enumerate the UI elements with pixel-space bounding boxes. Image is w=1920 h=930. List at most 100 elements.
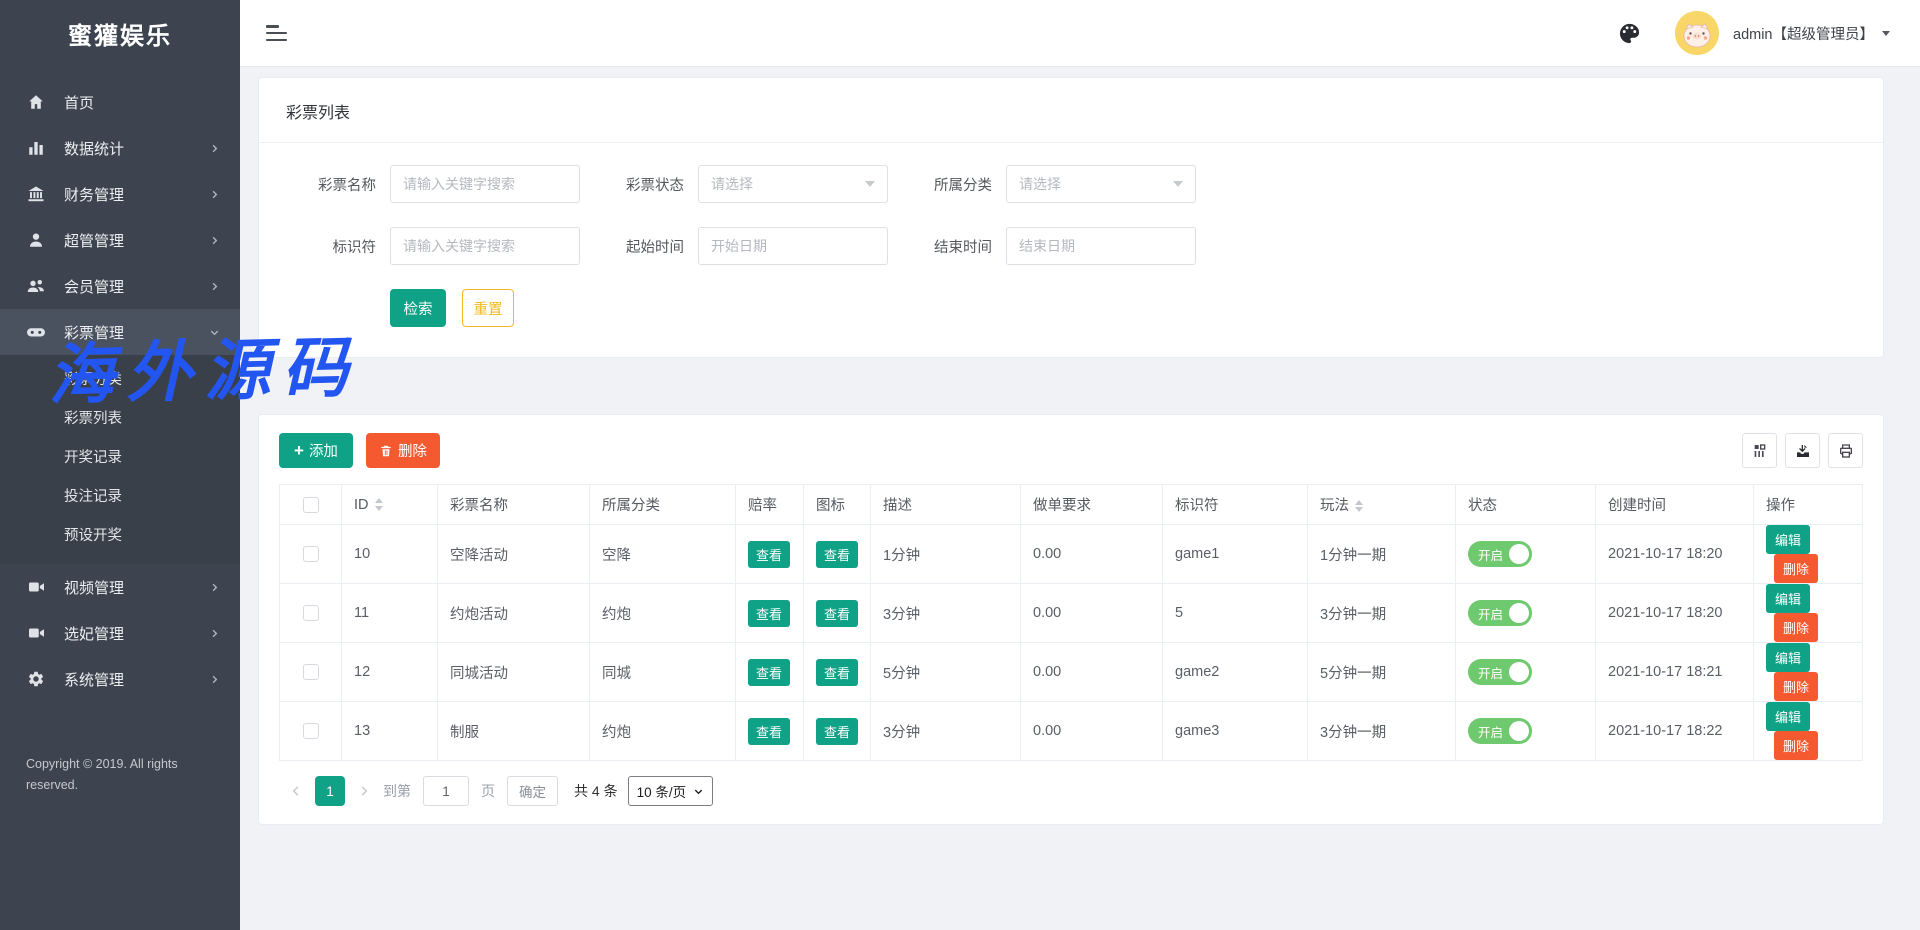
goto-page-input[interactable]: [423, 776, 469, 806]
filter-group-2: 所属分类请选择: [902, 165, 1196, 203]
row-checkbox[interactable]: [303, 723, 319, 739]
theme-palette-icon[interactable]: [1618, 22, 1641, 45]
print-button[interactable]: [1828, 433, 1863, 468]
table-toolbar: + 添加 删除: [279, 433, 1863, 468]
filter-input[interactable]: [403, 176, 567, 192]
goto-confirm-button[interactable]: 确定: [507, 776, 558, 806]
cell-desc: 3分钟: [871, 584, 1021, 643]
toggle-knob: [1509, 662, 1529, 682]
sidebar-toggle-button[interactable]: [266, 25, 288, 41]
filter-input[interactable]: [1019, 238, 1183, 254]
print-icon: [1838, 443, 1854, 459]
view-odds-button[interactable]: 查看: [748, 541, 790, 568]
page-number-button[interactable]: 1: [315, 776, 345, 806]
column-header: 创建时间: [1596, 485, 1754, 525]
select-placeholder: 请选择: [1019, 174, 1061, 194]
filter-input[interactable]: [711, 238, 875, 254]
toolbar-left: + 添加 删除: [279, 433, 440, 468]
bulk-delete-button[interactable]: 删除: [366, 433, 440, 468]
view-icon-button[interactable]: 查看: [816, 659, 858, 686]
filter-select[interactable]: 请选择: [1006, 165, 1196, 203]
status-toggle[interactable]: 开启: [1468, 600, 1532, 626]
cell-play: 3分钟一期: [1308, 702, 1456, 761]
cell-play: 3分钟一期: [1308, 584, 1456, 643]
delete-button[interactable]: 删除: [1774, 672, 1818, 701]
cell-requirement: 0.00: [1021, 702, 1163, 761]
column-header: 描述: [871, 485, 1021, 525]
toggle-knob: [1509, 721, 1529, 741]
edit-button[interactable]: 编辑: [1766, 643, 1810, 672]
sidebar-item-girls[interactable]: 选妃管理: [0, 610, 240, 656]
delete-button[interactable]: 删除: [1774, 731, 1818, 760]
next-page-button[interactable]: [357, 784, 371, 798]
sidebar-subitem[interactable]: 投注记录: [0, 478, 240, 517]
sidebar-item-label: 数据统计: [64, 138, 209, 159]
row-checkbox[interactable]: [303, 664, 319, 680]
cell-id: 12: [342, 643, 438, 702]
view-odds-button[interactable]: 查看: [748, 718, 790, 745]
view-icon-button[interactable]: 查看: [816, 541, 858, 568]
sidebar-item-system[interactable]: 系统管理: [0, 656, 240, 702]
status-toggle[interactable]: 开启: [1468, 541, 1532, 567]
filter-input-wrap: [390, 165, 580, 203]
sort-icon[interactable]: [375, 498, 383, 511]
view-odds-button[interactable]: 查看: [748, 600, 790, 627]
user-menu[interactable]: admin【超级管理员】: [1733, 23, 1890, 44]
cell-identifier: 5: [1163, 584, 1308, 643]
sidebar-subitem[interactable]: 彩票分类: [0, 361, 240, 400]
view-icon-button[interactable]: 查看: [816, 718, 858, 745]
sidebar-subitem[interactable]: 开奖记录: [0, 439, 240, 478]
view-odds-button[interactable]: 查看: [748, 659, 790, 686]
columns-toggle-button[interactable]: [1742, 433, 1777, 468]
page-size-select[interactable]: 10 条/页: [628, 776, 714, 806]
sidebar-item-home[interactable]: 首页: [0, 79, 240, 125]
reset-button[interactable]: 重置: [462, 289, 514, 327]
user-avatar[interactable]: [1675, 11, 1719, 55]
sidebar-item-members[interactable]: 会员管理: [0, 263, 240, 309]
cell-created: 2021-10-17 18:20: [1596, 584, 1754, 643]
sidebar-subitem[interactable]: 预设开奖: [0, 517, 240, 556]
export-button[interactable]: [1785, 433, 1820, 468]
chevron-right-icon: [209, 674, 220, 685]
cell-created: 2021-10-17 18:21: [1596, 643, 1754, 702]
table-card: + 添加 删除: [258, 414, 1884, 825]
delete-button[interactable]: 删除: [1774, 554, 1818, 583]
sidebar-subitem[interactable]: 彩票列表: [0, 400, 240, 439]
sidebar-submenu-lottery: 彩票分类彩票列表开奖记录投注记录预设开奖: [0, 355, 240, 564]
prev-page-button[interactable]: [289, 784, 303, 798]
chevron-right-icon: [209, 582, 220, 593]
cell-category: 约炮: [590, 702, 736, 761]
column-header: 玩法: [1308, 485, 1456, 525]
caret-down-icon: [1173, 181, 1183, 187]
page-title: 彩票列表: [259, 78, 1883, 143]
filter-group-4: 起始时间: [594, 227, 888, 265]
filter-input[interactable]: [403, 238, 567, 254]
add-button[interactable]: + 添加: [279, 433, 353, 468]
search-button[interactable]: 检索: [390, 289, 446, 327]
filter-input-wrap: [698, 227, 888, 265]
edit-button[interactable]: 编辑: [1766, 525, 1810, 554]
sidebar-item-admins[interactable]: 超管管理: [0, 217, 240, 263]
sort-icon[interactable]: [1355, 500, 1363, 513]
row-checkbox[interactable]: [303, 605, 319, 621]
pagination: 1 到第 页 确定 共 4 条 10 条/页: [279, 761, 1863, 824]
sidebar-item-stats[interactable]: 数据统计: [0, 125, 240, 171]
sidebar-item-finance[interactable]: 财务管理: [0, 171, 240, 217]
filter-actions: 检索 重置: [286, 289, 1856, 327]
user-icon: [26, 230, 46, 250]
select-all-checkbox[interactable]: [303, 497, 319, 513]
sidebar-item-label: 彩票管理: [64, 322, 209, 343]
home-icon: [26, 92, 46, 112]
edit-button[interactable]: 编辑: [1766, 702, 1810, 731]
edit-button[interactable]: 编辑: [1766, 584, 1810, 613]
row-checkbox[interactable]: [303, 546, 319, 562]
search-card: 彩票列表 彩票名称彩票状态请选择所属分类请选择 标识符起始时间结束时间 检索 重…: [258, 77, 1884, 358]
sidebar-item-lottery[interactable]: 彩票管理: [0, 309, 240, 355]
sidebar-item-video[interactable]: 视频管理: [0, 564, 240, 610]
delete-button[interactable]: 删除: [1774, 613, 1818, 642]
status-toggle[interactable]: 开启: [1468, 718, 1532, 744]
cell-name: 约炮活动: [438, 584, 590, 643]
view-icon-button[interactable]: 查看: [816, 600, 858, 627]
status-toggle[interactable]: 开启: [1468, 659, 1532, 685]
filter-select[interactable]: 请选择: [698, 165, 888, 203]
